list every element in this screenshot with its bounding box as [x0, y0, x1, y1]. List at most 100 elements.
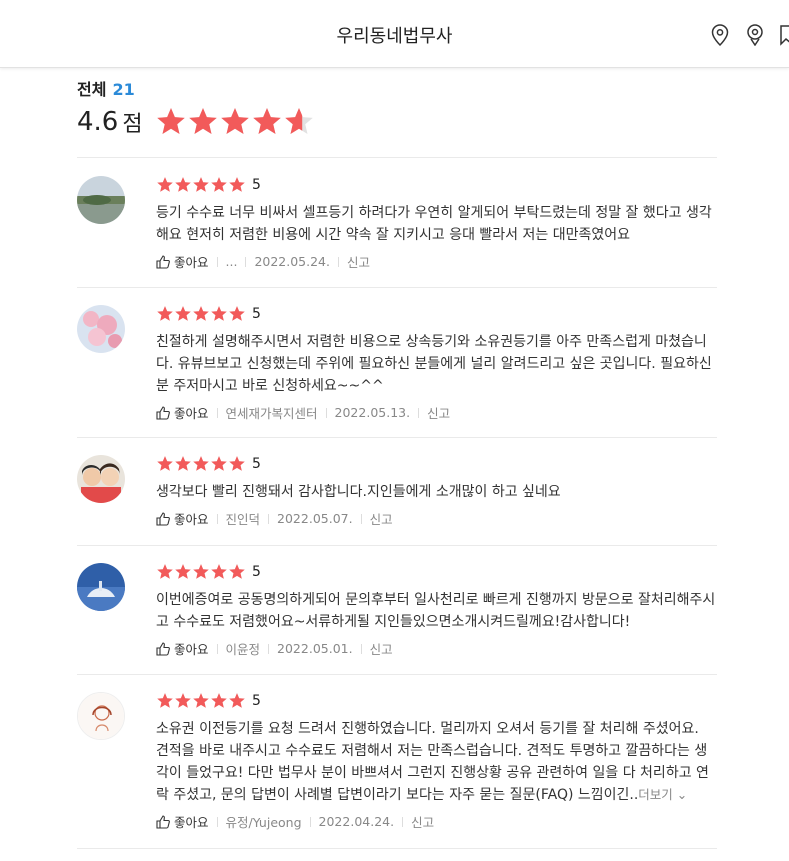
total-label: 전체 [77, 80, 107, 99]
divider [77, 674, 717, 675]
average-stars [155, 106, 315, 138]
avatar [77, 176, 125, 224]
divider [77, 437, 717, 438]
star-icon [193, 564, 209, 579]
star-icon [211, 456, 227, 471]
review-date: 2022.05.07. [277, 511, 353, 526]
place-icon[interactable] [746, 24, 764, 50]
review-text: 등기 수수료 너무 비싸서 셀프등기 하려다가 우연히 알게되어 부탁드렸는데 … [156, 205, 712, 243]
score-row: 4.6 점 [77, 106, 315, 138]
star-icon [193, 306, 209, 321]
review-text: 생각보다 빨리 진행돼서 감사합니다.지인들에게 소개많이 하고 싶네요 [156, 484, 561, 500]
star-icon [175, 693, 191, 708]
star-icon [175, 306, 191, 321]
star-icon [175, 456, 191, 471]
like-button[interactable]: 좋아요 [156, 509, 209, 528]
review-meta: 좋아요 진인덕 2022.05.07. 신고 [156, 509, 716, 528]
star-icon [156, 108, 185, 134]
review-meta: 좋아요 연세재가복지센터 2022.05.13. 신고 [156, 403, 716, 422]
review-meta: 좋아요 이윤정 2022.05.01. 신고 [156, 639, 716, 658]
rating-stars [156, 305, 246, 323]
divider [77, 287, 717, 288]
review-author: 진인덕 [225, 512, 261, 527]
review-rating: 5 [156, 692, 716, 710]
location-pin-icon[interactable] [711, 24, 729, 50]
average-score: 4.6 [77, 107, 119, 137]
star-icon [193, 177, 209, 192]
rating-value: 5 [252, 456, 261, 472]
thumbs-up-icon [156, 511, 170, 526]
review-rating: 5 [156, 176, 716, 194]
divider [77, 545, 717, 546]
review-text: 친절하게 설명해주시면서 저렴한 비용으로 상속등기와 소유권등기를 아주 만족… [156, 334, 712, 394]
review-date: 2022.05.01. [277, 641, 353, 656]
like-button[interactable]: 좋아요 [156, 812, 209, 831]
star-icon [211, 693, 227, 708]
review-author: 이윤정 [225, 642, 261, 657]
review-meta: 좋아요 ... 2022.05.24. 신고 [156, 252, 716, 271]
thumbs-up-icon [156, 641, 170, 656]
score-unit: 점 [122, 112, 143, 137]
rating-value: 5 [252, 564, 261, 580]
star-icon [211, 564, 227, 579]
avatar [77, 563, 125, 611]
review-date: 2022.04.24. [318, 814, 395, 829]
report-link[interactable]: 신고 [370, 639, 393, 658]
top-bar: 우리동네법무사 [0, 0, 789, 68]
review-summary: 전체 21 [77, 76, 135, 100]
star-icon [229, 456, 245, 471]
star-icon [157, 306, 173, 321]
rating-stars [156, 176, 246, 194]
rating-stars [156, 563, 246, 581]
star-icon [229, 177, 245, 192]
thumbs-up-icon [156, 254, 170, 269]
star-icon [157, 564, 173, 579]
review-date: 2022.05.24. [254, 254, 330, 269]
page-title: 우리동네법무사 [336, 26, 453, 47]
rating-stars [156, 692, 246, 710]
report-link[interactable]: 신고 [427, 403, 450, 422]
rating-value: 5 [252, 693, 261, 709]
review-text: 이번에증여로 공동명의하게되어 문의후부터 일사천리로 빠르게 진행까지 방문으… [156, 592, 716, 630]
rating-value: 5 [252, 177, 261, 193]
star-icon [157, 456, 173, 471]
review-meta: 좋아요 유정/Yujeong 2022.04.24. 신고 [156, 812, 716, 831]
avatar [77, 455, 125, 503]
avatar [77, 692, 125, 740]
review-author: 연세재가복지센터 [225, 406, 318, 421]
star-icon [188, 108, 217, 134]
total-count: 21 [112, 80, 135, 99]
star-icon [157, 693, 173, 708]
star-icon [211, 306, 227, 321]
chevron-down-icon: ⌄ [676, 787, 688, 802]
star-icon [211, 177, 227, 192]
thumbs-up-icon [156, 814, 170, 829]
rating-value: 5 [252, 306, 261, 322]
star-icon [220, 108, 249, 134]
avatar [77, 305, 125, 353]
like-button[interactable]: 좋아요 [156, 639, 209, 658]
star-icon [157, 177, 173, 192]
report-link[interactable]: 신고 [347, 252, 370, 271]
star-icon [193, 456, 209, 471]
report-link[interactable]: 신고 [411, 812, 434, 831]
review-date: 2022.05.13. [334, 405, 411, 420]
star-icon [175, 177, 191, 192]
review-author: 유정/Yujeong [225, 815, 302, 830]
star-icon [229, 306, 245, 321]
report-link[interactable]: 신고 [370, 509, 393, 528]
star-icon [193, 693, 209, 708]
like-button[interactable]: 좋아요 [156, 252, 209, 271]
thumbs-up-icon [156, 405, 170, 420]
star-icon [229, 693, 245, 708]
divider [77, 157, 717, 158]
review-rating: 5 [156, 455, 716, 473]
star-icon [284, 108, 313, 134]
more-link[interactable]: 더보기 ⌄ [638, 787, 687, 802]
like-button[interactable]: 좋아요 [156, 403, 209, 422]
bookmark-icon[interactable] [780, 24, 789, 50]
star-icon [252, 108, 281, 134]
divider [77, 848, 717, 849]
star-icon [175, 564, 191, 579]
review-text: 소유권 이전등기를 요청 드려서 진행하였습니다. 멀리까지 오셔서 등기를 잘… [156, 721, 709, 803]
